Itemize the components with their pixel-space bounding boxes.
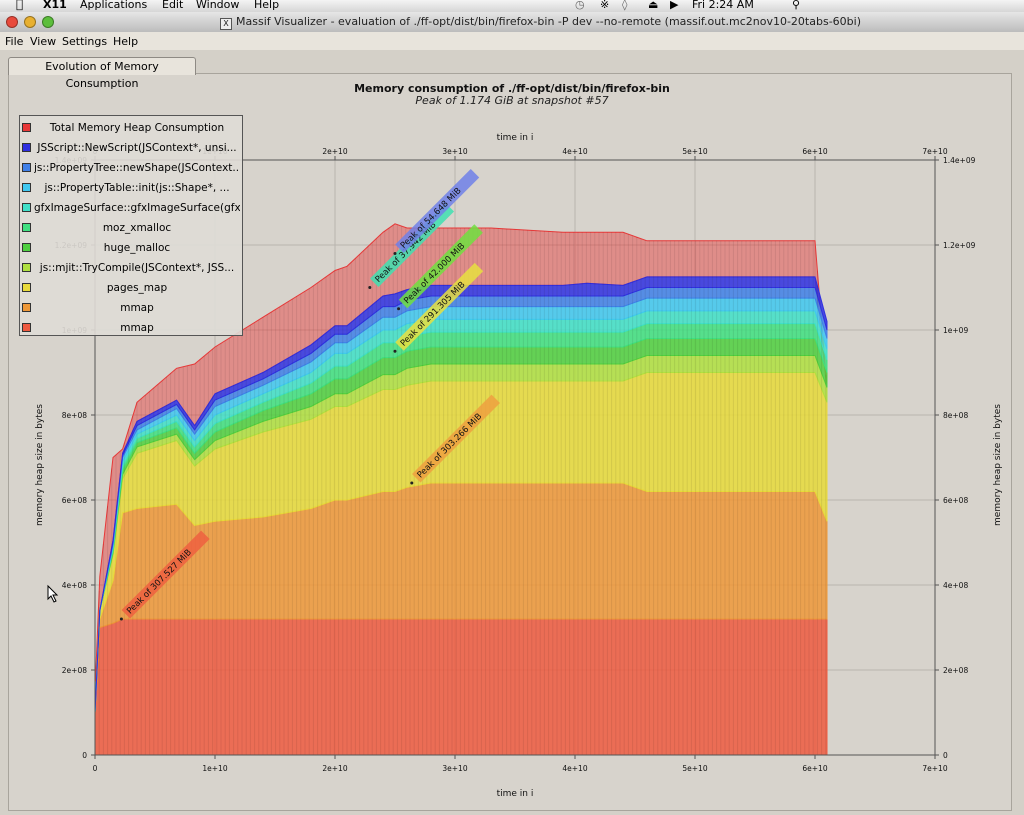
legend-label: gfxImageSurface::gfxImageSurface(gfx... [34, 202, 240, 214]
legend-label: js::mjit::TryCompile(JSContext*, JSS... [39, 262, 235, 274]
legend-item[interactable]: moz_xmalloc [20, 219, 242, 239]
y-tick-label-left: 8e+08 [62, 411, 87, 420]
x-axis-label-top: time in i [497, 133, 534, 143]
x-tick-label-top: 5e+10 [682, 147, 707, 156]
y-tick-label-left: 4e+08 [62, 581, 87, 590]
legend-label: mmap [120, 322, 154, 334]
x-tick-label-top: 4e+10 [562, 147, 587, 156]
peak-marker [368, 286, 372, 289]
legend-label: js::PropertyTree::newShape(JSContext... [34, 162, 240, 174]
legend-item[interactable]: mmap [20, 319, 242, 339]
x-tick-label-bottom: 1e+10 [202, 764, 227, 773]
mouse-cursor-icon [47, 584, 59, 603]
y-tick-label-right: 8e+08 [943, 411, 968, 420]
legend-label: JSScript::NewScript(JSContext*, unsi... [37, 142, 237, 154]
y-tick-label-right: 2e+08 [943, 666, 968, 675]
x-tick-label-top: 7e+10 [922, 147, 947, 156]
peak-marker [119, 617, 123, 621]
legend-item[interactable]: js::PropertyTable::init(js::Shape*, ... [20, 179, 242, 199]
y-tick-label-right: 6e+08 [943, 496, 968, 505]
legend-label: mmap [120, 302, 154, 314]
y-tick-label-right: 1.4e+09 [943, 156, 976, 165]
legend-swatch [22, 143, 31, 152]
y-tick-label-right: 4e+08 [943, 581, 968, 590]
legend-swatch [22, 323, 31, 332]
legend-item[interactable]: gfxImageSurface::gfxImageSurface(gfx... [20, 199, 242, 219]
x-tick-label-bottom: 0 [93, 764, 98, 773]
legend-item[interactable]: js::mjit::TryCompile(JSContext*, JSS... [20, 259, 242, 279]
legend-label: js::PropertyTable::init(js::Shape*, ... [44, 182, 230, 194]
x-axis-label-bottom: time in i [497, 789, 534, 799]
legend-swatch [22, 183, 31, 192]
y-tick-label-left: 2e+08 [62, 666, 87, 675]
legend-item[interactable]: js::PropertyTree::newShape(JSContext... [20, 159, 242, 179]
legend-item[interactable]: JSScript::NewScript(JSContext*, unsi... [20, 139, 242, 159]
x-tick-label-bottom: 5e+10 [682, 764, 707, 773]
y-tick-label-right: 1e+09 [943, 326, 968, 335]
peak-marker [393, 349, 397, 353]
x-tick-label-bottom: 2e+10 [322, 764, 347, 773]
legend-item[interactable]: mmap [20, 299, 242, 319]
area-series-0 [94, 618, 828, 756]
y-tick-label-right: 1.2e+09 [943, 241, 976, 250]
peak-marker [397, 307, 401, 311]
legend-item[interactable]: Total Memory Heap Consumption [20, 119, 242, 139]
legend-swatch [22, 163, 31, 172]
y-tick-label-right: 0 [943, 751, 948, 760]
peak-marker [410, 481, 414, 485]
x-tick-label-top: 6e+10 [802, 147, 827, 156]
y-tick-label-left: 6e+08 [62, 496, 87, 505]
legend-item[interactable]: pages_map [20, 279, 242, 299]
x-tick-label-bottom: 4e+10 [562, 764, 587, 773]
y-axis-label-left: memory heap size in bytes [35, 404, 45, 526]
chart-legend: Total Memory Heap ConsumptionJSScript::N… [19, 115, 243, 336]
x-tick-label-bottom: 6e+10 [802, 764, 827, 773]
legend-swatch [22, 203, 31, 212]
y-axis-label-right: memory heap size in bytes [993, 404, 1003, 526]
legend-label: pages_map [106, 282, 168, 294]
legend-swatch [22, 123, 31, 132]
tab-evolution[interactable]: Evolution of Memory Consumption [8, 57, 196, 90]
legend-swatch [22, 303, 31, 312]
x-tick-label-top: 3e+10 [442, 147, 467, 156]
x-tick-label-bottom: 7e+10 [922, 764, 947, 773]
legend-label: Total Memory Heap Consumption [49, 122, 225, 134]
legend-swatch [22, 283, 31, 292]
legend-label: moz_xmalloc [102, 222, 172, 234]
legend-label: huge_malloc [103, 242, 171, 254]
legend-swatch [22, 223, 31, 232]
y-tick-label-left: 0 [82, 751, 87, 760]
legend-swatch [22, 243, 31, 252]
x-tick-label-top: 2e+10 [322, 147, 347, 156]
legend-item[interactable]: huge_malloc [20, 239, 242, 259]
x-tick-label-bottom: 3e+10 [442, 764, 467, 773]
peak-marker [393, 252, 397, 255]
legend-swatch [22, 263, 31, 272]
